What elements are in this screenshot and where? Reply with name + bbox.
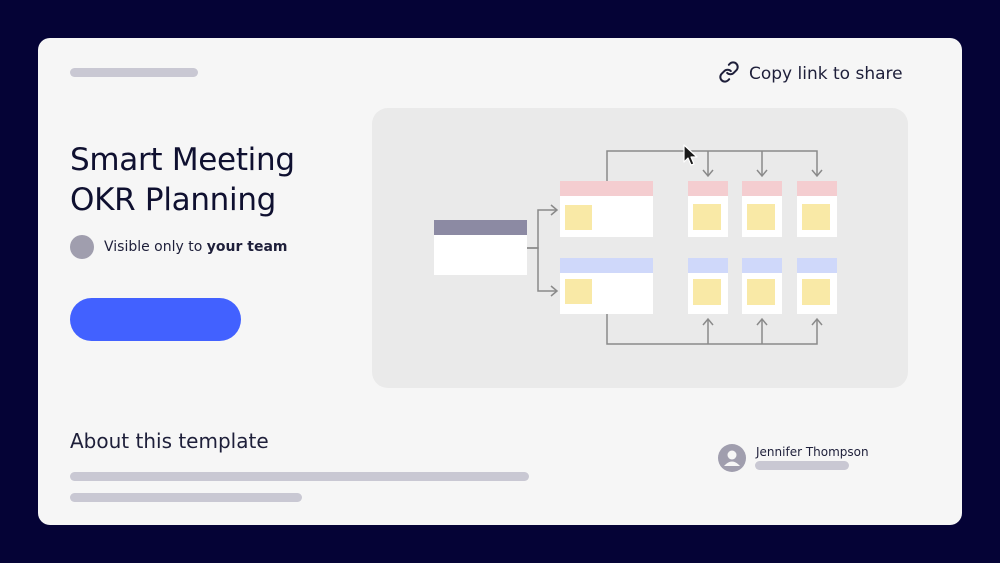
top-placeholder-bar	[70, 68, 198, 77]
visibility-prefix: Visible only to	[104, 239, 207, 255]
connector-lines	[606, 150, 823, 345]
initiative-cards-bottom	[688, 258, 837, 314]
description-placeholder-line-1	[70, 472, 529, 481]
key-result-card-blue	[560, 258, 653, 314]
copy-link-label: Copy link to share	[749, 64, 903, 84]
author-details: Jennifer Thompson	[756, 445, 869, 459]
template-card: Copy link to share Smart Meeting OKR Pla…	[38, 38, 962, 525]
visibility-status: Visible only to your team	[70, 235, 287, 259]
copy-link-button[interactable]: Copy link to share	[718, 61, 903, 87]
template-preview[interactable]	[372, 108, 908, 388]
user-avatar-icon	[718, 444, 746, 472]
link-icon	[718, 61, 740, 87]
objective-card	[434, 220, 527, 275]
key-result-card-red	[560, 181, 653, 237]
team-dot-icon	[70, 235, 94, 259]
about-heading: About this template	[70, 429, 269, 453]
initiative-cards-top	[688, 181, 837, 237]
description-placeholder-line-2	[70, 493, 302, 502]
visibility-text: Visible only to your team	[104, 239, 287, 255]
okr-diagram-preview	[434, 150, 837, 345]
template-title: Smart Meeting OKR Planning	[70, 140, 350, 220]
template-title-line-1: Smart Meeting	[70, 142, 295, 178]
template-title-line-2: OKR Planning	[70, 182, 277, 218]
branch-arrows	[527, 204, 559, 297]
use-template-button[interactable]	[70, 298, 241, 341]
visibility-audience: your team	[206, 239, 288, 255]
author-name: Jennifer Thompson	[756, 445, 869, 459]
author-placeholder-bar	[755, 461, 849, 470]
